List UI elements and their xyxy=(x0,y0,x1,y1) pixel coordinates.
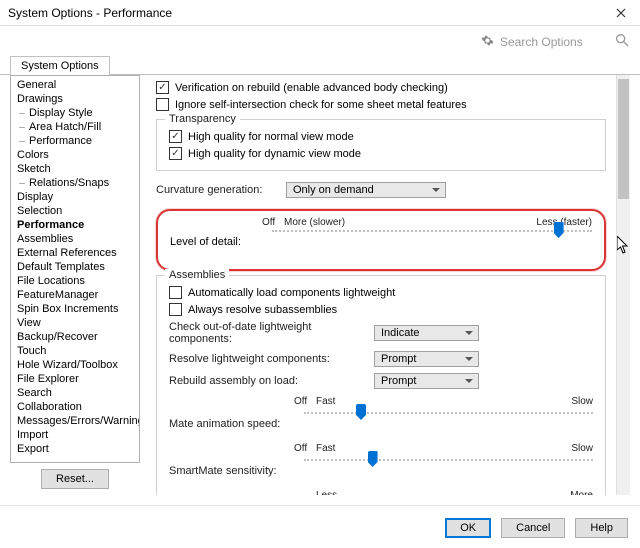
checkbox-icon[interactable] xyxy=(169,286,182,299)
tree-item[interactable]: Export xyxy=(11,442,139,456)
check-label: High quality for dynamic view mode xyxy=(188,148,361,160)
tree-item[interactable]: External References xyxy=(11,246,139,260)
tree-item[interactable]: Performance xyxy=(11,218,139,232)
select-rebuild-load[interactable]: Prompt xyxy=(374,373,479,389)
slider-mate-anim[interactable] xyxy=(304,410,593,438)
slider-right: More xyxy=(570,490,593,495)
slider-lod[interactable] xyxy=(272,228,592,256)
check-verification[interactable]: ✓ Verification on rebuild (enable advanc… xyxy=(156,79,606,96)
group-assemblies: Assemblies Automatically load components… xyxy=(156,275,606,495)
tree-item[interactable]: File Locations xyxy=(11,274,139,288)
select-resolve-light[interactable]: Prompt xyxy=(374,351,479,367)
slider-mid: More (slower) xyxy=(284,217,536,228)
group-label: Assemblies xyxy=(165,269,229,281)
label-rebuild-load: Rebuild assembly on load: xyxy=(169,375,364,387)
select-curvature[interactable]: Only on demand xyxy=(286,182,446,198)
tree-item[interactable]: Backup/Recover xyxy=(11,330,139,344)
search-row xyxy=(0,26,640,53)
cancel-button[interactable]: Cancel xyxy=(501,518,565,538)
callout-lod: Off More (slower) Less (faster) Level of… xyxy=(156,209,606,271)
cursor-icon xyxy=(617,236,631,254)
tree-item[interactable]: File Explorer xyxy=(11,372,139,386)
label-smartmate: SmartMate sensitivity: xyxy=(169,465,294,477)
checkbox-icon[interactable]: ✓ xyxy=(169,147,182,160)
label-mate-anim: Mate animation speed: xyxy=(169,418,294,430)
tree-item[interactable]: Collaboration xyxy=(11,400,139,414)
slider-left: Off xyxy=(294,443,316,454)
tree-item[interactable]: Selection xyxy=(11,204,139,218)
label-curvature: Curvature generation: xyxy=(156,184,276,196)
slider-right: Slow xyxy=(571,443,593,454)
check-ignore-sheet[interactable]: Ignore self-intersection check for some … xyxy=(156,96,606,113)
tree-item[interactable]: Relations/Snaps xyxy=(11,176,139,190)
check-always-resolve[interactable]: Always resolve subassemblies xyxy=(169,301,593,318)
slider-left: Off xyxy=(262,217,284,228)
tree-item[interactable]: Messages/Errors/Warnings xyxy=(11,414,139,428)
slider-right: Less (faster) xyxy=(536,217,592,228)
tree-item[interactable]: Assemblies xyxy=(11,232,139,246)
search-icon[interactable] xyxy=(614,32,630,51)
checkbox-icon[interactable] xyxy=(156,98,169,111)
tree-item[interactable]: Drawings xyxy=(11,92,139,106)
tree-item[interactable]: Touch xyxy=(11,344,139,358)
close-button[interactable] xyxy=(606,1,636,25)
reset-button[interactable]: Reset... xyxy=(41,469,109,489)
check-label: Ignore self-intersection check for some … xyxy=(175,99,467,111)
slider-mid: Fast xyxy=(316,443,571,454)
check-auto-light[interactable]: Automatically load components lightweigh… xyxy=(169,284,593,301)
settings-panel: ✓ Verification on rebuild (enable advanc… xyxy=(148,75,630,495)
help-button[interactable]: Help xyxy=(575,518,628,538)
slider-mid: Fast xyxy=(316,396,571,407)
checkbox-icon[interactable]: ✓ xyxy=(169,130,182,143)
group-label: Transparency xyxy=(165,113,240,125)
tab-system-options[interactable]: System Options xyxy=(10,56,110,75)
close-icon xyxy=(616,8,626,18)
group-transparency: Transparency ✓ High quality for normal v… xyxy=(156,119,606,171)
tree-item[interactable]: Colors xyxy=(11,148,139,162)
check-label: Always resolve subassemblies xyxy=(188,304,337,316)
tree-item[interactable]: Sketch xyxy=(11,162,139,176)
scrollbar-thumb[interactable] xyxy=(618,79,629,199)
check-label: Verification on rebuild (enable advanced… xyxy=(175,82,448,94)
tree-item[interactable]: Display Style xyxy=(11,106,139,120)
tree-item[interactable]: Search xyxy=(11,386,139,400)
check-label: High quality for normal view mode xyxy=(188,131,354,143)
tree-item[interactable]: Performance xyxy=(11,134,139,148)
tabs-bar: System Options xyxy=(0,55,640,75)
label-check-ood: Check out-of-date lightweight components… xyxy=(169,321,364,345)
slider-smartmate[interactable] xyxy=(304,457,593,485)
options-tree[interactable]: GeneralDrawingsDisplay StyleArea Hatch/F… xyxy=(10,75,140,463)
check-label: Automatically load components lightweigh… xyxy=(188,287,395,299)
tree-item[interactable]: FeatureManager xyxy=(11,288,139,302)
title-bar: System Options - Performance xyxy=(0,0,640,26)
slider-left: Off xyxy=(294,396,316,407)
scrollbar[interactable] xyxy=(616,75,630,495)
label-resolve-light: Resolve lightweight components: xyxy=(169,353,364,365)
window-title: System Options - Performance xyxy=(8,6,606,20)
tree-item[interactable]: Hole Wizard/Toolbox xyxy=(11,358,139,372)
tree-item[interactable]: Default Templates xyxy=(11,260,139,274)
search-input[interactable] xyxy=(498,34,608,50)
label-lod: Level of detail: xyxy=(170,236,262,248)
ok-button[interactable]: OK xyxy=(445,518,491,538)
checkbox-icon[interactable] xyxy=(169,303,182,316)
tree-item[interactable]: View xyxy=(11,316,139,330)
tree-item[interactable]: Import xyxy=(11,428,139,442)
search-box[interactable] xyxy=(481,34,608,50)
slider-right: Slow xyxy=(571,396,593,407)
slider-mid: Less xyxy=(316,490,570,495)
select-check-ood[interactable]: Indicate xyxy=(374,325,479,341)
checkbox-icon[interactable]: ✓ xyxy=(156,81,169,94)
tree-item[interactable]: General xyxy=(11,78,139,92)
gear-icon xyxy=(481,34,494,50)
tree-item[interactable]: Area Hatch/Fill xyxy=(11,120,139,134)
tree-item[interactable]: Display xyxy=(11,190,139,204)
check-hq-normal[interactable]: ✓ High quality for normal view mode xyxy=(169,128,593,145)
check-hq-dynamic[interactable]: ✓ High quality for dynamic view mode xyxy=(169,145,593,162)
dialog-buttons: OK Cancel Help xyxy=(0,505,640,548)
tree-item[interactable]: Spin Box Increments xyxy=(11,302,139,316)
